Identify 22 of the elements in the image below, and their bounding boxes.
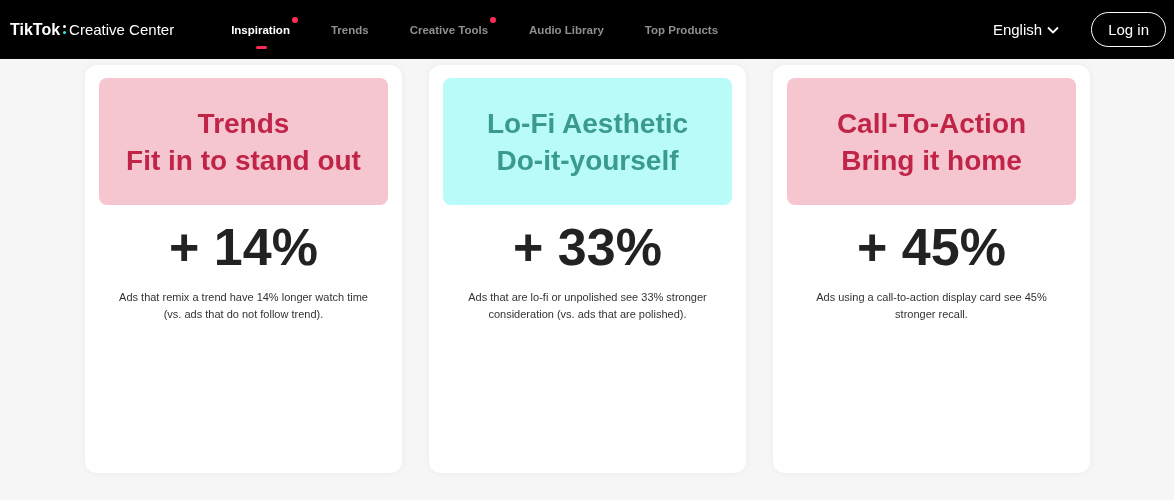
nav-tab[interactable]: Trends <box>330 23 369 36</box>
language-selector[interactable]: English <box>992 21 1060 38</box>
banner-subtitle: Do-it-yourself <box>496 143 679 178</box>
banner-subtitle: Fit in to stand out <box>126 143 361 178</box>
logo-link[interactable]: TikTok Creative Center <box>10 20 175 39</box>
nav-tab[interactable]: Creative Tools <box>409 23 489 36</box>
stat-description: Ads that remix a trend have 14% longer watch time (vs. ads that do not follow trend). <box>118 290 369 322</box>
banner-title: Call-To-Action <box>836 106 1027 141</box>
login-button[interactable]: Log in <box>1091 12 1166 47</box>
stat-value: + 14% <box>169 217 318 277</box>
banner-title: Lo-Fi Aesthetic <box>486 106 689 141</box>
stat-description: Ads that are lo-fi or unpolished see 33% stronger consideration (vs. ads that are polished). <box>467 290 708 322</box>
banner-title: Trends <box>197 106 290 141</box>
colon-icon <box>63 25 67 34</box>
nav-tab[interactable]: Inspiration <box>231 23 290 36</box>
nav-tab[interactable]: Top Products <box>644 23 719 36</box>
stat-value: + 33% <box>513 217 662 277</box>
banner-subtitle: Bring it home <box>841 143 1022 178</box>
stat-description: Ads using a call-to-action display card see 45% stronger recall. <box>815 290 1048 322</box>
stat-value: + 45% <box>857 217 1006 277</box>
chevron-down-icon <box>1047 25 1060 34</box>
nav-tab[interactable]: Audio Library <box>529 23 604 36</box>
